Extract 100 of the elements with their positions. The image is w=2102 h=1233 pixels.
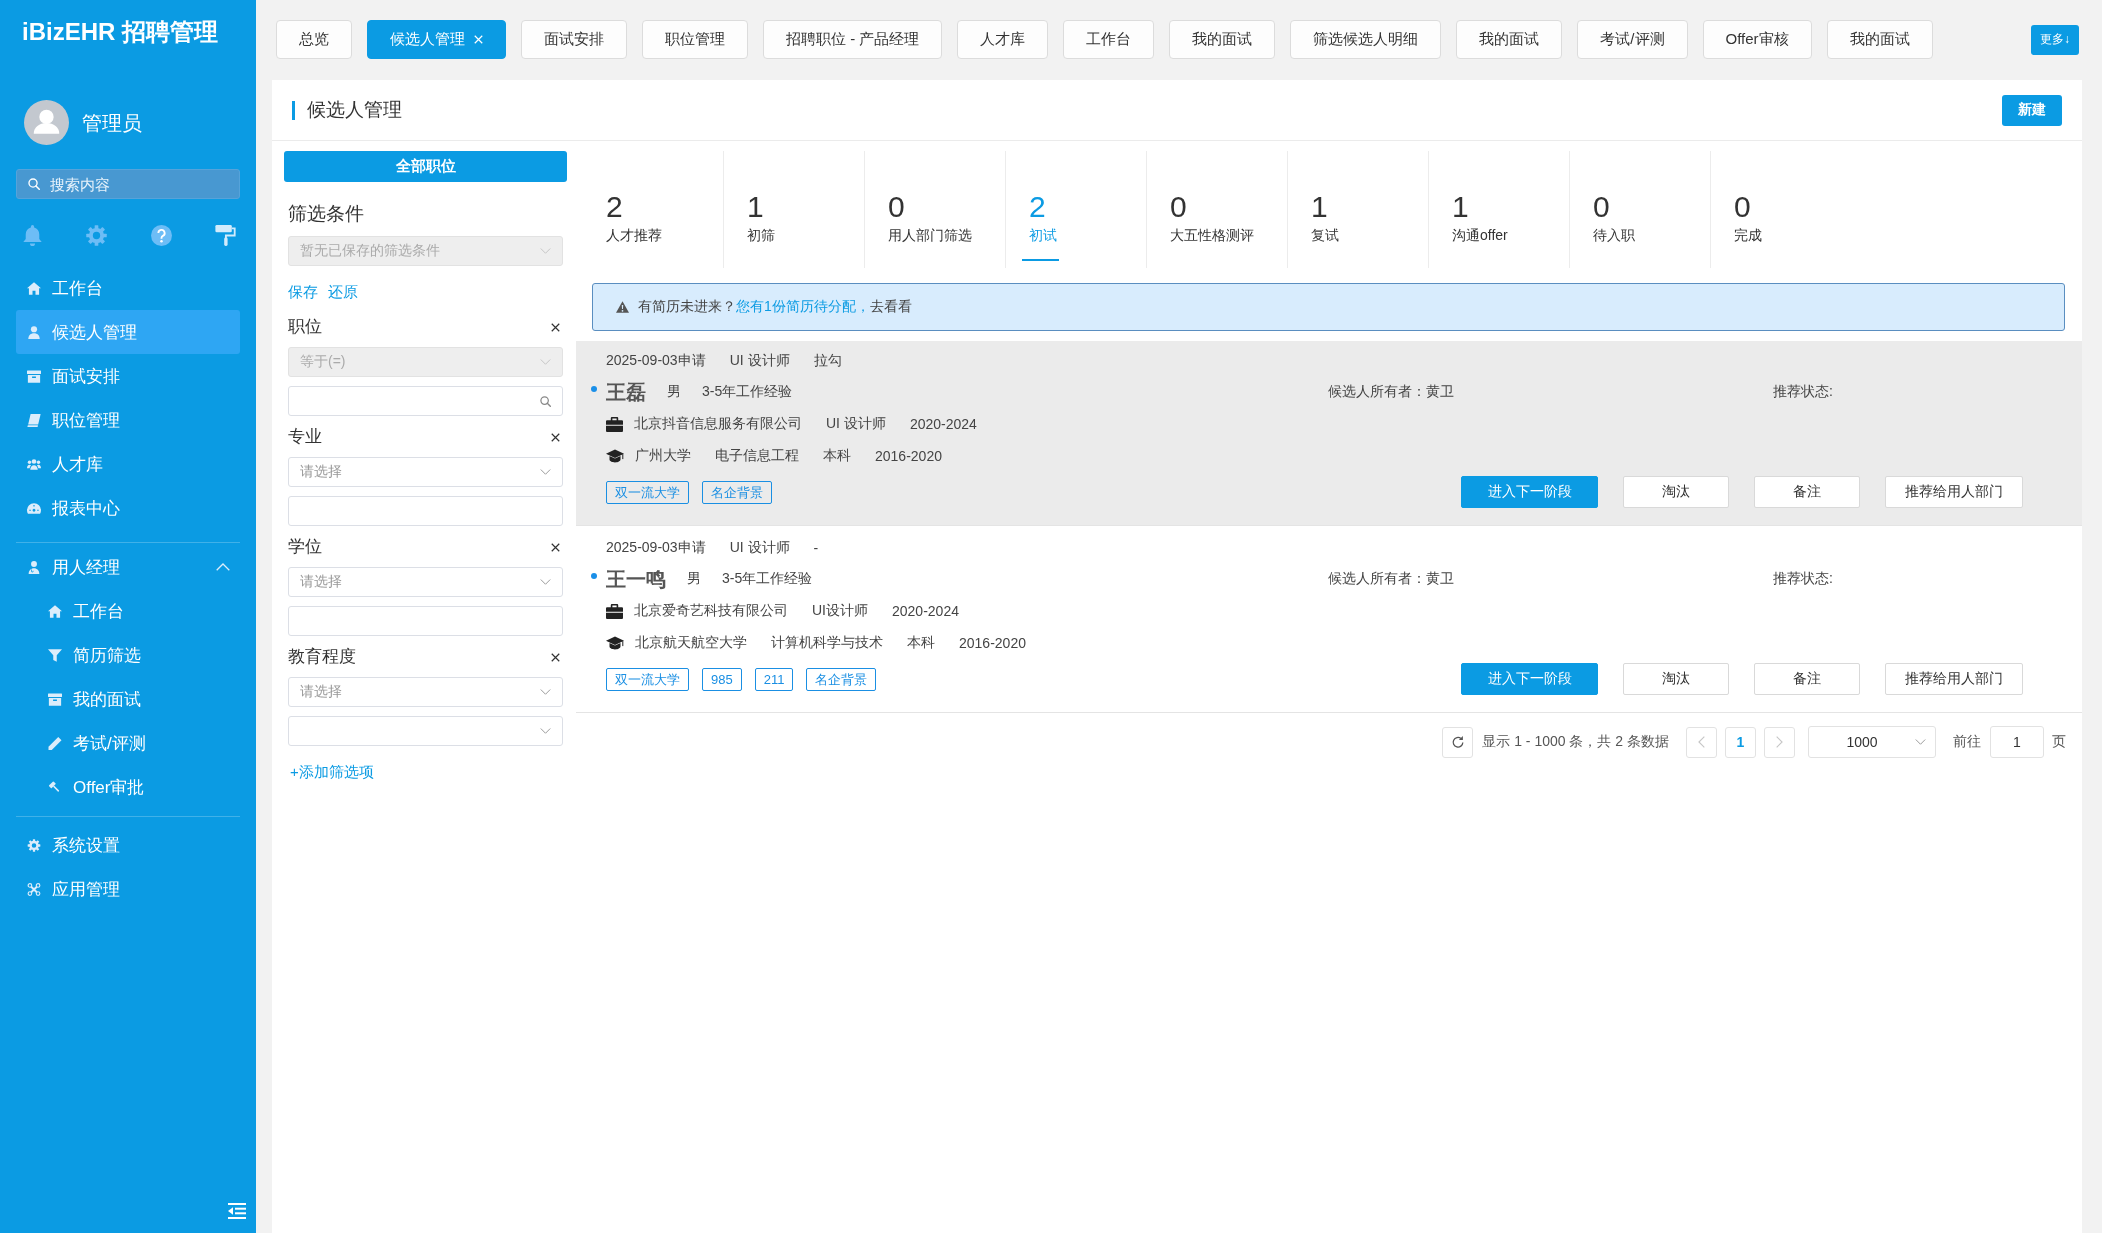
experience: 3-5年工作经验 (722, 570, 813, 588)
tag: 双一流大学 (606, 667, 689, 691)
candidate-card[interactable]: 2025-09-03申请 UI 设计师 拉勾 王磊 男 3-5年工作经验 候选人所有者：黄卫 推荐状态: 北京抖音信息服务有限公司 UI 设计师 2020-2024 广州大学 电子信息工程 本科 2016-2020 双一流大学 名企背景 进入下一阶段 淘汰 备注 推荐给用人部门 (576, 341, 2082, 526)
stage-tab[interactable]: 1 复试 (1288, 151, 1429, 268)
menu-item[interactable]: 报表中心 (16, 486, 240, 530)
gender: 男 (687, 570, 701, 588)
stage-tab[interactable]: 0 大五性格测评 (1147, 151, 1288, 268)
job-title: UI 设计师 (729, 539, 790, 557)
apply-date: 2025-09-03申请 (606, 539, 706, 557)
tab[interactable]: 我的面试 (1456, 20, 1563, 59)
select-field[interactable] (288, 716, 563, 746)
select-field[interactable]: 请选择 (288, 457, 563, 487)
action-button[interactable]: 推荐给用人部门 (1885, 663, 2023, 695)
select-field[interactable]: 请选择 (288, 567, 563, 597)
tab[interactable]: 候选人管理 (367, 20, 506, 59)
tab[interactable]: 总览 (276, 20, 352, 59)
tab[interactable]: 职位管理 (642, 20, 748, 59)
help-icon[interactable] (150, 224, 172, 246)
tab[interactable]: 招聘职位 - 产品经理 (763, 20, 943, 59)
status-dot-icon (591, 386, 597, 392)
menu-item[interactable]: Offer审批 (16, 765, 240, 809)
action-button[interactable]: 备注 (1754, 663, 1860, 695)
refresh-button[interactable] (1442, 726, 1474, 758)
tab[interactable]: 筛选候选人明细 (1290, 20, 1442, 59)
add-filter-link[interactable]: +添加筛选项 (290, 761, 374, 783)
action-button[interactable]: 淘汰 (1623, 663, 1729, 695)
menu-item[interactable]: 简历筛选 (16, 633, 240, 677)
menu-item[interactable]: 应用管理 (16, 867, 240, 911)
page-number[interactable]: 1 (1725, 726, 1756, 758)
source: - (813, 540, 819, 556)
menu-item[interactable]: 面试安排 (16, 354, 240, 398)
page-size-select[interactable]: 1000 (1808, 726, 1936, 758)
goto-label: 前往 (1953, 733, 1981, 751)
paint-roller-icon[interactable] (215, 224, 236, 246)
chevron-down-icon (540, 359, 551, 365)
search-input[interactable] (288, 386, 563, 416)
filter-label: 专业 (288, 426, 322, 448)
school: 广州大学 (635, 447, 691, 465)
tab[interactable]: 我的面试 (1826, 20, 1933, 59)
school: 北京航天航空大学 (635, 634, 747, 652)
menu-item[interactable]: 人才库 (16, 442, 240, 486)
close-icon[interactable] (551, 652, 560, 662)
tab[interactable]: Offer审核 (1702, 20, 1812, 59)
menu-group[interactable]: 用人经理 (16, 545, 240, 589)
all-positions-button[interactable]: 全部职位 (284, 151, 567, 182)
chevron-down-icon (540, 689, 551, 695)
filter-link[interactable]: 还原 (328, 281, 358, 303)
collapse-menu-icon[interactable] (228, 1203, 246, 1219)
briefcase-icon (606, 603, 623, 619)
company: 北京爱奇艺科技有限公司 (634, 602, 788, 620)
tab[interactable]: 人才库 (957, 20, 1049, 59)
menu-item[interactable]: 系统设置 (16, 823, 240, 867)
action-button[interactable]: 备注 (1754, 476, 1860, 508)
close-icon[interactable] (551, 322, 560, 332)
page-input[interactable]: 1 (1990, 726, 2044, 758)
company: 北京抖音信息服务有限公司 (634, 415, 802, 433)
filter-label: 职位 (288, 316, 322, 338)
menu-item[interactable]: 候选人管理 (16, 310, 240, 354)
more-button[interactable]: 更多↓ (2031, 24, 2079, 55)
menu-item[interactable]: 我的面试 (16, 677, 240, 721)
stage-tab[interactable]: 0 用人部门筛选 (865, 151, 1006, 268)
chevron-down-icon (1915, 739, 1926, 745)
next-stage-button[interactable]: 进入下一阶段 (1461, 663, 1598, 695)
tab[interactable]: 面试安排 (521, 20, 627, 59)
search-field[interactable]: 搜索内容 (16, 169, 240, 199)
menu-item[interactable]: 职位管理 (16, 398, 240, 442)
action-button[interactable]: 推荐给用人部门 (1885, 476, 2023, 508)
tab[interactable]: 工作台 (1063, 20, 1155, 59)
next-stage-button[interactable]: 进入下一阶段 (1461, 476, 1598, 508)
title-accent-bar (292, 100, 295, 120)
archive-box-icon (27, 369, 41, 383)
text-input[interactable] (288, 606, 563, 636)
tab[interactable]: 我的面试 (1169, 20, 1276, 59)
menu-item[interactable]: 考试/评测 (16, 721, 240, 765)
new-button[interactable]: 新建 (2002, 94, 2062, 126)
menu-item[interactable]: 工作台 (16, 266, 240, 310)
tab[interactable]: 考试/评测 (1577, 20, 1688, 59)
close-icon[interactable] (551, 542, 560, 552)
stage-tab[interactable]: 1 沟通offer (1429, 151, 1570, 268)
stage-tab[interactable]: 2 人才推荐 (583, 151, 724, 268)
search-icon (28, 178, 40, 190)
action-button[interactable]: 淘汰 (1623, 476, 1729, 508)
stage-tab[interactable]: 0 完成 (1711, 151, 1852, 268)
text-input[interactable] (288, 496, 563, 526)
tag: 211 (754, 667, 794, 691)
apply-date: 2025-09-03申请 (606, 352, 706, 370)
filter-link[interactable]: 保存 (288, 281, 318, 303)
menu-item[interactable]: 工作台 (16, 589, 240, 633)
stage-tab[interactable]: 0 待入职 (1570, 151, 1711, 268)
stage-tab[interactable]: 2 初试 (1006, 151, 1147, 268)
people-group-icon (27, 457, 41, 471)
work-title: UI设计师 (812, 602, 868, 620)
stage-tab[interactable]: 1 初筛 (724, 151, 865, 268)
select-field[interactable]: 请选择 (288, 677, 563, 707)
chevron-left-icon (1698, 736, 1705, 748)
home-icon (27, 281, 41, 295)
close-icon[interactable] (551, 432, 560, 442)
study-period: 2016-2020 (959, 635, 1026, 651)
assign-link[interactable]: 您有1份简历待分配， (736, 298, 870, 314)
avatar-icon[interactable] (24, 100, 69, 145)
